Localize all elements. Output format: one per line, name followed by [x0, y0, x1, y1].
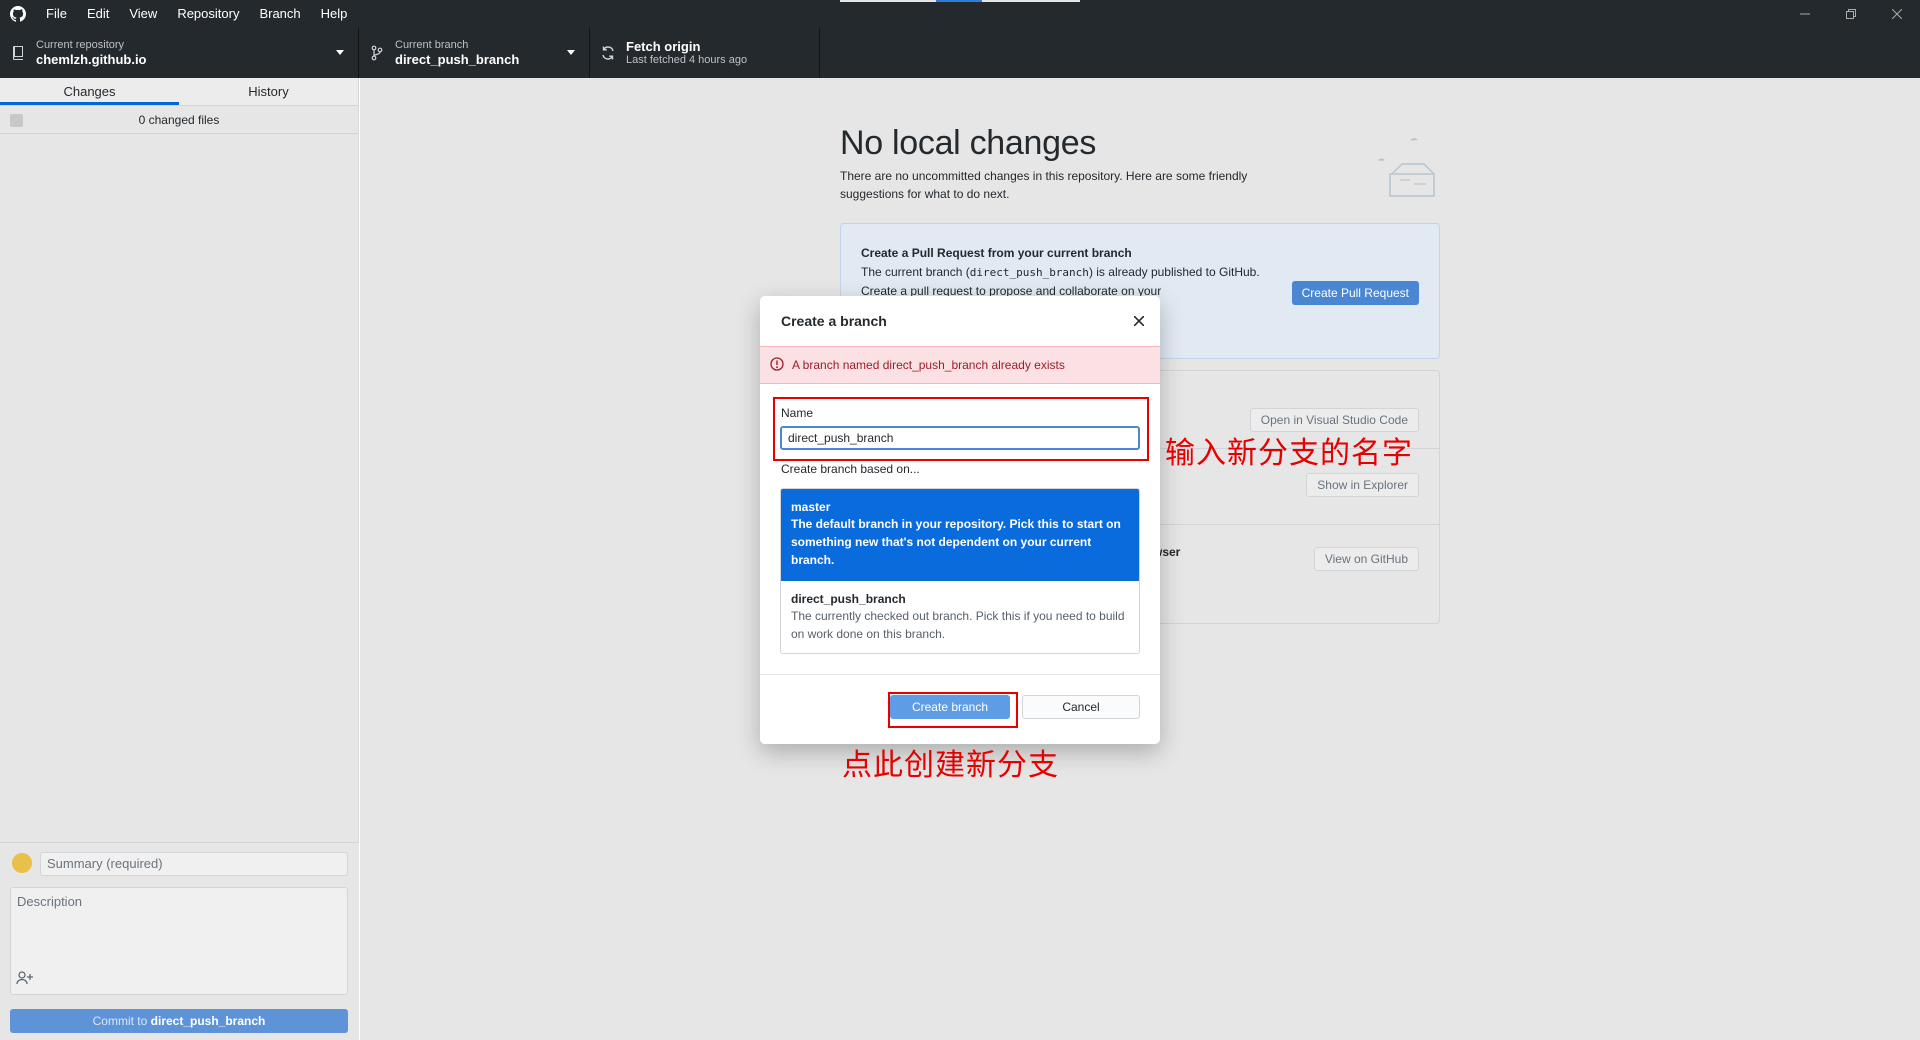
menu-help[interactable]: Help	[311, 0, 358, 28]
cancel-button[interactable]: Cancel	[1022, 695, 1140, 719]
branch-icon	[359, 45, 395, 61]
repo-name: chemlzh.github.io	[36, 52, 147, 67]
based-on-label: Create branch based on...	[781, 462, 920, 476]
annotation-name-hint: 输入新分支的名字	[1165, 436, 1413, 471]
base-branch-option-master[interactable]: master The default branch in your reposi…	[781, 489, 1139, 581]
chevron-down-icon	[336, 50, 344, 55]
dialog-title: Create a branch	[781, 313, 887, 329]
fetch-label: Fetch origin	[626, 39, 701, 54]
option-description: The currently checked out branch. Pick t…	[791, 609, 1125, 641]
title-bar: File Edit View Repository Branch Help	[0, 0, 1920, 28]
branch-label: Current branch	[395, 39, 469, 51]
base-branch-option-current[interactable]: direct_push_branch The currently checked…	[781, 581, 1139, 653]
menu-file[interactable]: File	[36, 0, 77, 28]
annotation-box-create	[888, 692, 1018, 728]
github-logo-icon	[0, 0, 36, 28]
error-banner: A branch named direct_push_branch alread…	[760, 346, 1160, 384]
sync-icon	[590, 45, 626, 61]
current-repository-dropdown[interactable]: Current repository chemlzh.github.io	[0, 28, 359, 78]
annotation-box-name	[773, 397, 1149, 461]
minimize-icon[interactable]	[1782, 0, 1828, 28]
fetch-origin-button[interactable]: Fetch origin Last fetched 4 hours ago	[590, 28, 820, 78]
toolbar: Current repository chemlzh.github.io Cur…	[0, 28, 1920, 78]
dialog-header: Create a branch	[760, 296, 1160, 346]
option-name: master	[791, 500, 831, 514]
option-name: direct_push_branch	[791, 592, 906, 606]
chevron-down-icon	[567, 50, 575, 55]
option-description: The default branch in your repository. P…	[791, 517, 1121, 567]
repo-icon	[0, 45, 36, 61]
error-icon	[770, 356, 784, 374]
repo-label: Current repository	[36, 39, 125, 51]
menu-bar: File Edit View Repository Branch Help	[36, 0, 357, 28]
window-drag-indicator	[840, 0, 1080, 2]
menu-branch[interactable]: Branch	[249, 0, 310, 28]
base-branch-list: master The default branch in your reposi…	[780, 488, 1140, 654]
create-branch-dialog: Create a branch A branch named direct_pu…	[760, 296, 1160, 744]
fetch-status: Last fetched 4 hours ago	[626, 54, 748, 66]
restore-icon[interactable]	[1828, 0, 1874, 28]
close-icon[interactable]	[1130, 312, 1148, 330]
menu-repository[interactable]: Repository	[167, 0, 249, 28]
close-window-icon[interactable]	[1874, 0, 1920, 28]
menu-view[interactable]: View	[119, 0, 167, 28]
window-controls	[1782, 0, 1920, 28]
error-message: A branch named direct_push_branch alread…	[792, 358, 1065, 372]
branch-name: direct_push_branch	[395, 52, 520, 67]
annotation-create-hint: 点此创建新分支	[842, 748, 1059, 783]
current-branch-dropdown[interactable]: Current branch direct_push_branch	[359, 28, 590, 78]
menu-edit[interactable]: Edit	[77, 0, 119, 28]
